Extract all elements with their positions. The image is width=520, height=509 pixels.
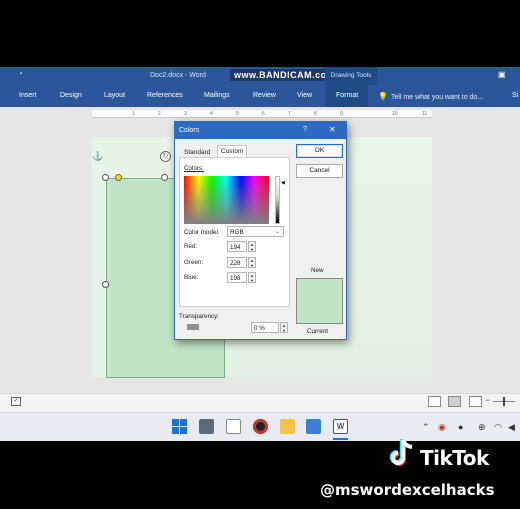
snipping-tool-icon[interactable] [226,419,241,434]
tab-references[interactable]: References [147,92,183,99]
blue-field[interactable]: 198 [227,272,247,283]
tab-format[interactable]: Format [326,85,369,107]
microphone-icon[interactable]: ● [458,422,463,432]
current-color-label: Current [307,328,328,335]
ribbon-display-icon[interactable]: ▣ [498,70,506,79]
word-taskbar-icon[interactable]: W [333,419,348,434]
quick-access-icon[interactable]: ▪ [20,71,22,77]
new-color-swatch [296,278,343,301]
globe-icon[interactable]: ⊕ [478,422,486,433]
wifi-icon[interactable]: ◠ [494,422,502,433]
zoom-slider-thumb[interactable] [503,397,505,406]
tab-review[interactable]: Review [253,92,276,99]
web-layout-button[interactable] [469,396,482,407]
tab-insert[interactable]: Insert [19,92,37,99]
active-app-indicator [333,438,348,440]
ruler-mark: 7 [288,111,291,117]
colors-label: Colors: [184,165,204,172]
file-explorer-icon[interactable] [280,419,295,434]
start-logo-square [172,419,179,426]
dialog-title: Colors [179,127,200,134]
red-label: Red: [184,243,198,250]
ruler-mark: 10 [392,111,398,117]
drawing-tools-label: Drawing Tools [325,67,377,85]
green-label: Green: [184,259,204,266]
task-view-icon[interactable] [199,419,214,434]
ruler-mark: 11 [422,111,428,117]
ribbon-tabs: Insert Design Layout References Mailings… [0,85,520,107]
proofing-icon[interactable]: ✓ [11,397,21,406]
zoom-out-icon[interactable]: − [485,395,490,405]
start-button-icon[interactable] [172,419,187,434]
tab-layout[interactable]: Layout [104,92,125,99]
close-icon[interactable]: ✕ [329,125,336,134]
color-model-select[interactable]: RGB ⌄ [227,226,284,237]
ruler-mark: 1 [132,111,135,117]
photos-icon[interactable] [306,419,321,434]
creator-handle: @mswordexcelhacks [320,481,495,499]
colors-dialog: Colors ? ✕ Standard Custom Colors: ◀ Col… [174,121,347,340]
tab-partial[interactable]: Si [512,92,518,99]
green-field[interactable]: 228 [227,257,247,268]
ruler-mark: 4 [210,111,213,117]
luminance-slider[interactable] [275,176,280,224]
document-title: Doc2.docx - Word [150,72,206,79]
chevron-up-icon[interactable]: ⌃ [422,422,430,433]
color-model-label: Color model: [184,229,220,236]
read-mode-button[interactable] [428,396,441,407]
ruler-mark: 3 [184,111,187,117]
ok-button[interactable]: OK [296,144,343,158]
tab-custom[interactable]: Custom [217,145,248,157]
anchor-icon: ⚓ [92,151,104,161]
tab-view[interactable]: View [297,92,312,99]
current-color-swatch [296,301,343,324]
print-layout-button[interactable] [448,396,461,407]
start-logo-square [180,427,187,434]
tell-me-box[interactable]: 💡 Tell me what you want to do... [378,92,483,101]
ruler-mark: 9 [340,111,343,117]
dialog-title-bar[interactable]: Colors ? ✕ [175,122,346,139]
ruler-mark: 2 [158,111,161,117]
status-bar [0,393,520,412]
transparency-label: Transparency: [179,313,220,320]
luminance-arrow-icon[interactable]: ◀ [281,180,285,186]
tiktok-wordmark: TikTok [420,446,489,470]
red-spinner[interactable]: ▲ ▼ [248,241,256,252]
chevron-down-icon: ⌄ [274,229,280,235]
horizontal-ruler[interactable]: 1 2 3 4 5 6 7 8 9 10 11 [92,110,432,118]
rotate-handle-icon[interactable]: ↻ [160,151,171,162]
screen: ▪ Doc2.docx - Word www.BANDICAM.com Draw… [0,0,520,509]
green-spinner[interactable]: ▲ ▼ [248,257,256,268]
cancel-button[interactable]: Cancel [296,164,343,178]
resize-handle[interactable] [102,174,109,181]
word-title-bar: ▪ Doc2.docx - Word www.BANDICAM.com Draw… [0,67,520,85]
color-spectrum-picker[interactable] [184,176,269,224]
adjust-handle[interactable] [115,174,122,181]
resize-handle[interactable] [102,281,109,288]
start-logo-square [180,419,187,426]
recorder-watermark: www.BANDICAM.com [230,69,340,81]
ruler-mark: 5 [236,111,239,117]
tab-mailings[interactable]: Mailings [204,92,230,99]
tab-design[interactable]: Design [60,92,82,99]
new-color-label: New [311,267,324,274]
transparency-spinner[interactable]: ▲ ▼ [280,322,288,333]
start-logo-square [172,427,179,434]
blue-label: Blue: [184,274,199,281]
help-button[interactable]: ? [303,126,307,133]
ruler-mark: 6 [262,111,265,117]
blue-spinner[interactable]: ▲ ▼ [248,272,256,283]
tell-me-placeholder: Tell me what you want to do... [390,94,484,101]
transparency-field[interactable]: 0 % [251,322,279,333]
camera-icon[interactable]: ◉ [438,422,446,433]
speaker-icon[interactable]: ◀ [508,422,515,433]
record-icon[interactable] [253,419,268,434]
ruler-mark: 8 [314,111,317,117]
transparency-slider[interactable] [187,324,199,330]
tiktok-logo-icon [389,439,413,466]
color-model-value: RGB [230,229,244,236]
resize-handle[interactable] [161,174,168,181]
lightbulb-icon: 💡 [378,92,388,101]
red-field[interactable]: 194 [227,241,247,252]
